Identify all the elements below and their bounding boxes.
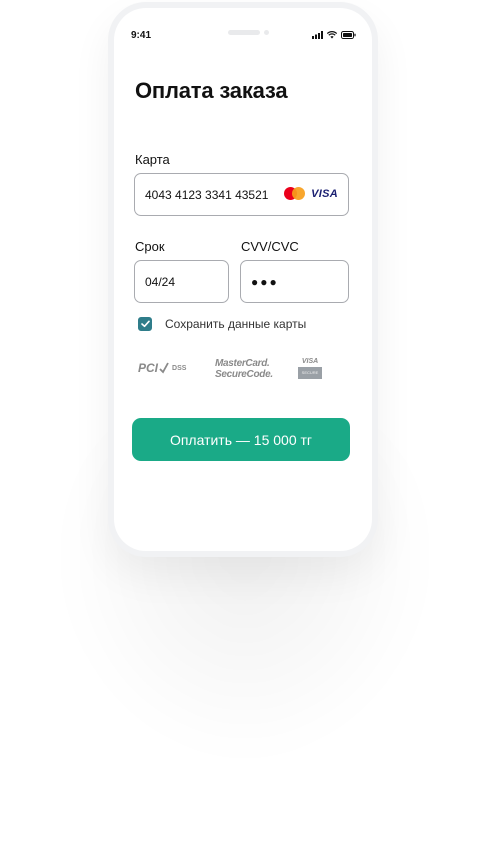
card-number-value: 4043 4123 3341 43521 — [145, 187, 269, 202]
expiry-field[interactable]: 04/24 — [134, 260, 229, 303]
cvv-value: ●●● — [251, 274, 279, 289]
pay-button[interactable]: Оплатить — 15 000 тг — [132, 418, 350, 461]
mastercard-logo-icon — [284, 187, 306, 200]
pci-check-icon — [159, 362, 169, 374]
save-card-label: Сохранить данные карты — [165, 317, 307, 331]
cvv-field[interactable]: ●●● — [240, 260, 349, 303]
pci-dss-logo: PCI DSS — [138, 361, 187, 375]
save-card-checkbox[interactable] — [138, 317, 152, 331]
battery-icon — [341, 31, 356, 39]
mastercard-securecode-logo: MasterCard. SecureCode. — [215, 358, 273, 380]
expiry-value: 04/24 — [145, 274, 176, 289]
verified-by-visa-logo: VISA SECURE — [298, 358, 322, 379]
status-bar: 9:41 — [114, 8, 372, 56]
notch-camera — [264, 30, 269, 35]
phone-screen: 9:41 Оплата заказа Карта 4043 4123 3341 … — [114, 8, 372, 551]
signal-icon — [312, 31, 323, 39]
visa-logo: VISA — [311, 187, 338, 200]
notch-speaker — [228, 30, 260, 35]
card-label: Карта — [135, 152, 170, 167]
status-time: 9:41 — [131, 30, 152, 41]
page-title: Оплата заказа — [135, 78, 288, 103]
security-logos: PCI DSS MasterCard. SecureCode. VISA SEC… — [138, 358, 358, 390]
card-brands: VISA — [284, 187, 338, 200]
wifi-icon — [327, 31, 337, 39]
status-icons — [312, 30, 356, 40]
phone-frame: 9:41 Оплата заказа Карта 4043 4123 3341 … — [108, 2, 378, 557]
cvv-label: CVV/CVC — [241, 239, 299, 254]
expiry-label: Срок — [135, 239, 165, 254]
card-number-field[interactable]: 4043 4123 3341 43521 VISA — [134, 173, 349, 216]
save-card-row[interactable]: Сохранить данные карты — [138, 317, 306, 331]
check-icon — [140, 320, 150, 328]
